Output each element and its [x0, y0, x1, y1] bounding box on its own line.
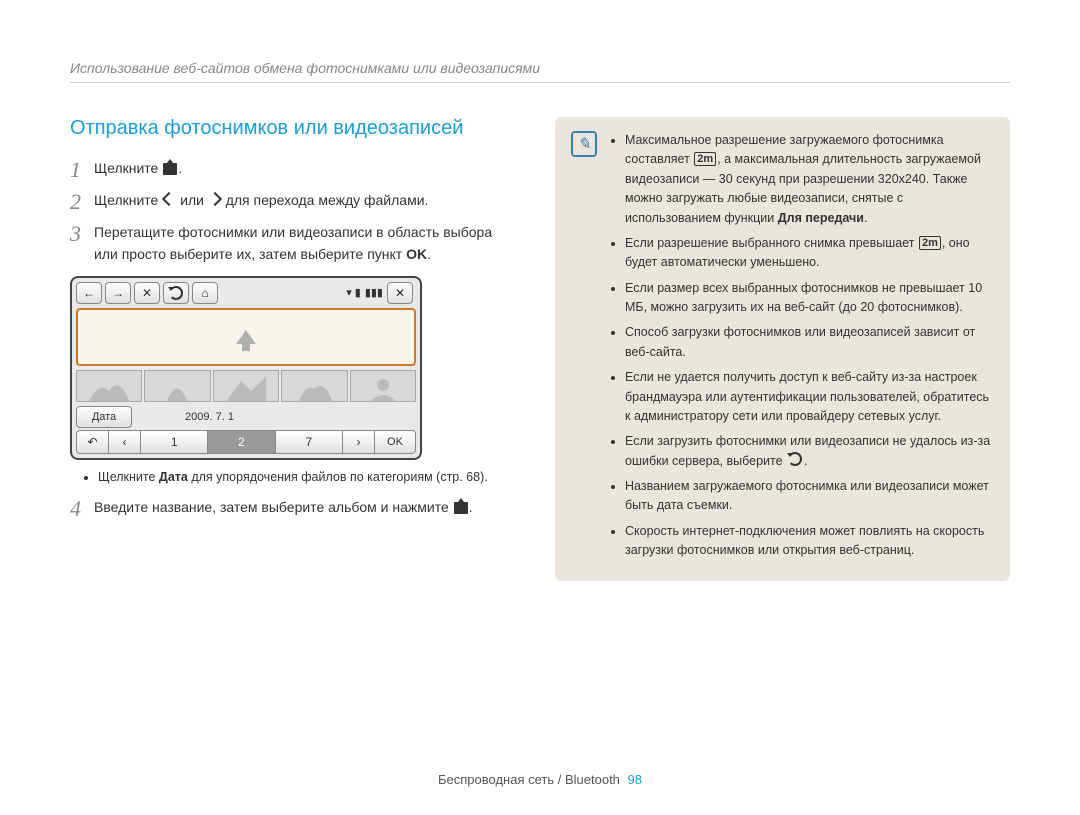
info-item: Если разрешение выбранного снимка превыш…	[625, 234, 994, 273]
page-number[interactable]: 2	[208, 431, 275, 453]
upload-icon	[454, 502, 468, 514]
step-text: .	[469, 499, 473, 515]
close-button[interactable]: ✕	[387, 282, 413, 304]
step-bold: OK	[406, 246, 427, 262]
step-text: Введите название, затем выберите альбом …	[94, 499, 453, 515]
refresh-icon	[788, 452, 802, 466]
step-1: 1 Щелкните .	[70, 158, 515, 182]
step-text: или	[176, 192, 208, 208]
step-num: 4	[70, 497, 94, 521]
chevron-left-icon	[162, 192, 176, 206]
step-4: 4 Введите название, затем выберите альбо…	[70, 497, 515, 521]
thumbnail[interactable]	[350, 370, 416, 402]
chevron-right-icon	[208, 192, 222, 206]
info-icon: ✎	[571, 131, 597, 157]
page-footer: Беспроводная сеть / Bluetooth 98	[0, 772, 1080, 787]
pager: ↶ ‹ 1 2 7 › OK	[76, 430, 416, 454]
cancel-button[interactable]: ✕	[134, 282, 160, 304]
step-text: Щелкните	[94, 160, 162, 176]
thumbnail-strip	[76, 370, 416, 402]
step-2: 2 Щелкните или для перехода между файлам…	[70, 190, 515, 214]
refresh-icon	[169, 286, 183, 300]
step-text: Перетащите фотоснимки или видеозаписи в …	[94, 224, 492, 262]
step-num: 2	[70, 190, 94, 214]
date-button[interactable]: Дата	[76, 406, 132, 428]
return-button[interactable]: ↶	[77, 431, 109, 453]
page-number[interactable]: 7	[276, 431, 343, 453]
info-item: Максимальное разрешение загружаемого фот…	[625, 131, 994, 228]
thumbnail[interactable]	[281, 370, 347, 402]
next-page-button[interactable]: ›	[343, 431, 375, 453]
section-title: Отправка фотоснимков или видеозаписей	[70, 117, 515, 140]
step-3: 3 Перетащите фотоснимки или видеозаписи …	[70, 222, 515, 265]
info-item: Названием загружаемого фотоснимка или ви…	[625, 477, 994, 516]
step-text: .	[178, 160, 182, 176]
step-text: для перехода между файлами.	[222, 192, 429, 208]
upload-arrow-icon	[236, 330, 256, 344]
battery-icon: ▮▮▮	[365, 286, 383, 299]
info-item: Если не удается получить доступ к веб-са…	[625, 368, 994, 426]
home-button[interactable]: ⌂	[192, 282, 218, 304]
device-screenshot: ← → ✕ ⌂ ▾ ▮ ▮▮▮ ✕	[70, 276, 422, 460]
ok-button[interactable]: OK	[375, 431, 415, 453]
info-item: Если размер всех выбранных фотоснимков н…	[625, 279, 994, 318]
forward-button[interactable]: →	[105, 282, 131, 304]
page-number[interactable]: 1	[141, 431, 208, 453]
step-num: 1	[70, 158, 94, 182]
info-box: ✎ Максимальное разрешение загружаемого ф…	[555, 117, 1010, 581]
info-item: Скорость интернет-подключения может повл…	[625, 522, 994, 561]
breadcrumb: Использование веб-сайтов обмена фотосним…	[70, 60, 1010, 83]
step-text: Щелкните	[94, 192, 162, 208]
step-text: .	[427, 246, 431, 262]
page-number: 98	[628, 772, 642, 787]
date-value: 2009. 7. 1	[185, 411, 234, 423]
refresh-button[interactable]	[163, 282, 189, 304]
footer-text: Беспроводная сеть / Bluetooth	[438, 772, 620, 787]
prev-page-button[interactable]: ‹	[109, 431, 141, 453]
thumbnail[interactable]	[76, 370, 142, 402]
info-item: Способ загрузки фотоснимков или видеозап…	[625, 323, 994, 362]
step-num: 3	[70, 222, 94, 246]
upload-icon	[163, 163, 177, 175]
antenna-icon: ▾ ▮	[346, 286, 361, 299]
resolution-icon: 2m	[919, 236, 941, 250]
back-button[interactable]: ←	[76, 282, 102, 304]
resolution-icon: 2m	[694, 152, 716, 166]
sub-note: Щелкните Дата для упорядочения файлов по…	[98, 468, 515, 487]
thumbnail[interactable]	[144, 370, 210, 402]
drop-zone[interactable]	[76, 308, 416, 366]
info-item: Если загрузить фотоснимки или видеозапис…	[625, 432, 994, 471]
thumbnail[interactable]	[213, 370, 279, 402]
